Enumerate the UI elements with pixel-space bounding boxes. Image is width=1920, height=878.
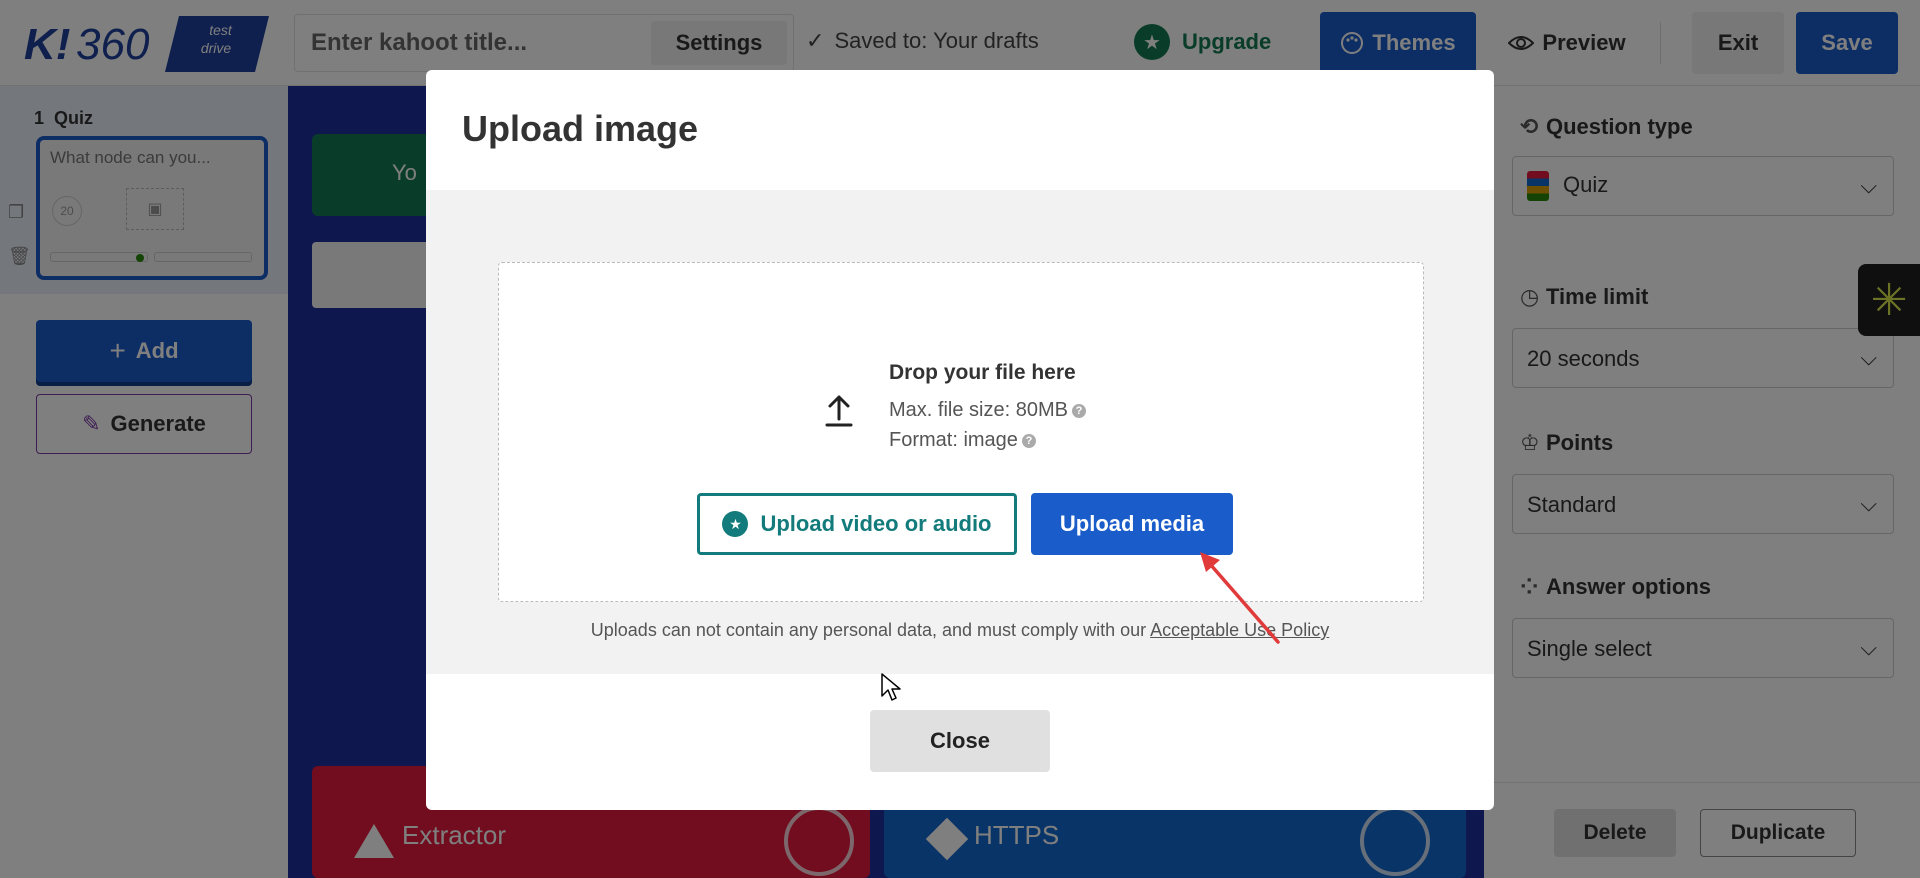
- upload-icon: [825, 395, 853, 427]
- annotation-arrow-icon: [1200, 552, 1280, 644]
- dialog-body: Drop your file here Max. file size: 80MB…: [426, 190, 1494, 674]
- policy-notice: Uploads can not contain any personal dat…: [426, 620, 1494, 641]
- help-icon[interactable]: ?: [1021, 433, 1036, 448]
- upload-image-dialog: Upload image Drop your file here Max. fi…: [426, 70, 1494, 810]
- format-text: Format: image: [889, 429, 1018, 451]
- drop-title: Drop your file here: [889, 361, 1076, 384]
- mouse-cursor-icon: [881, 673, 901, 701]
- max-size-text: Max. file size: 80MB: [889, 399, 1068, 421]
- dialog-title: Upload image: [462, 108, 699, 149]
- upload-video-audio-label: Upload video or audio: [760, 511, 992, 536]
- upload-video-audio-button[interactable]: ★ Upload video or audio: [697, 493, 1017, 555]
- max-size-line: Max. file size: 80MB?: [889, 399, 1086, 422]
- policy-text: Uploads can not contain any personal dat…: [590, 620, 1151, 640]
- close-button[interactable]: Close: [870, 710, 1050, 772]
- star-icon: ★: [722, 511, 749, 537]
- help-icon[interactable]: ?: [1071, 403, 1086, 418]
- upload-media-button[interactable]: Upload media: [1031, 493, 1233, 555]
- format-line: Format: image?: [889, 429, 1036, 452]
